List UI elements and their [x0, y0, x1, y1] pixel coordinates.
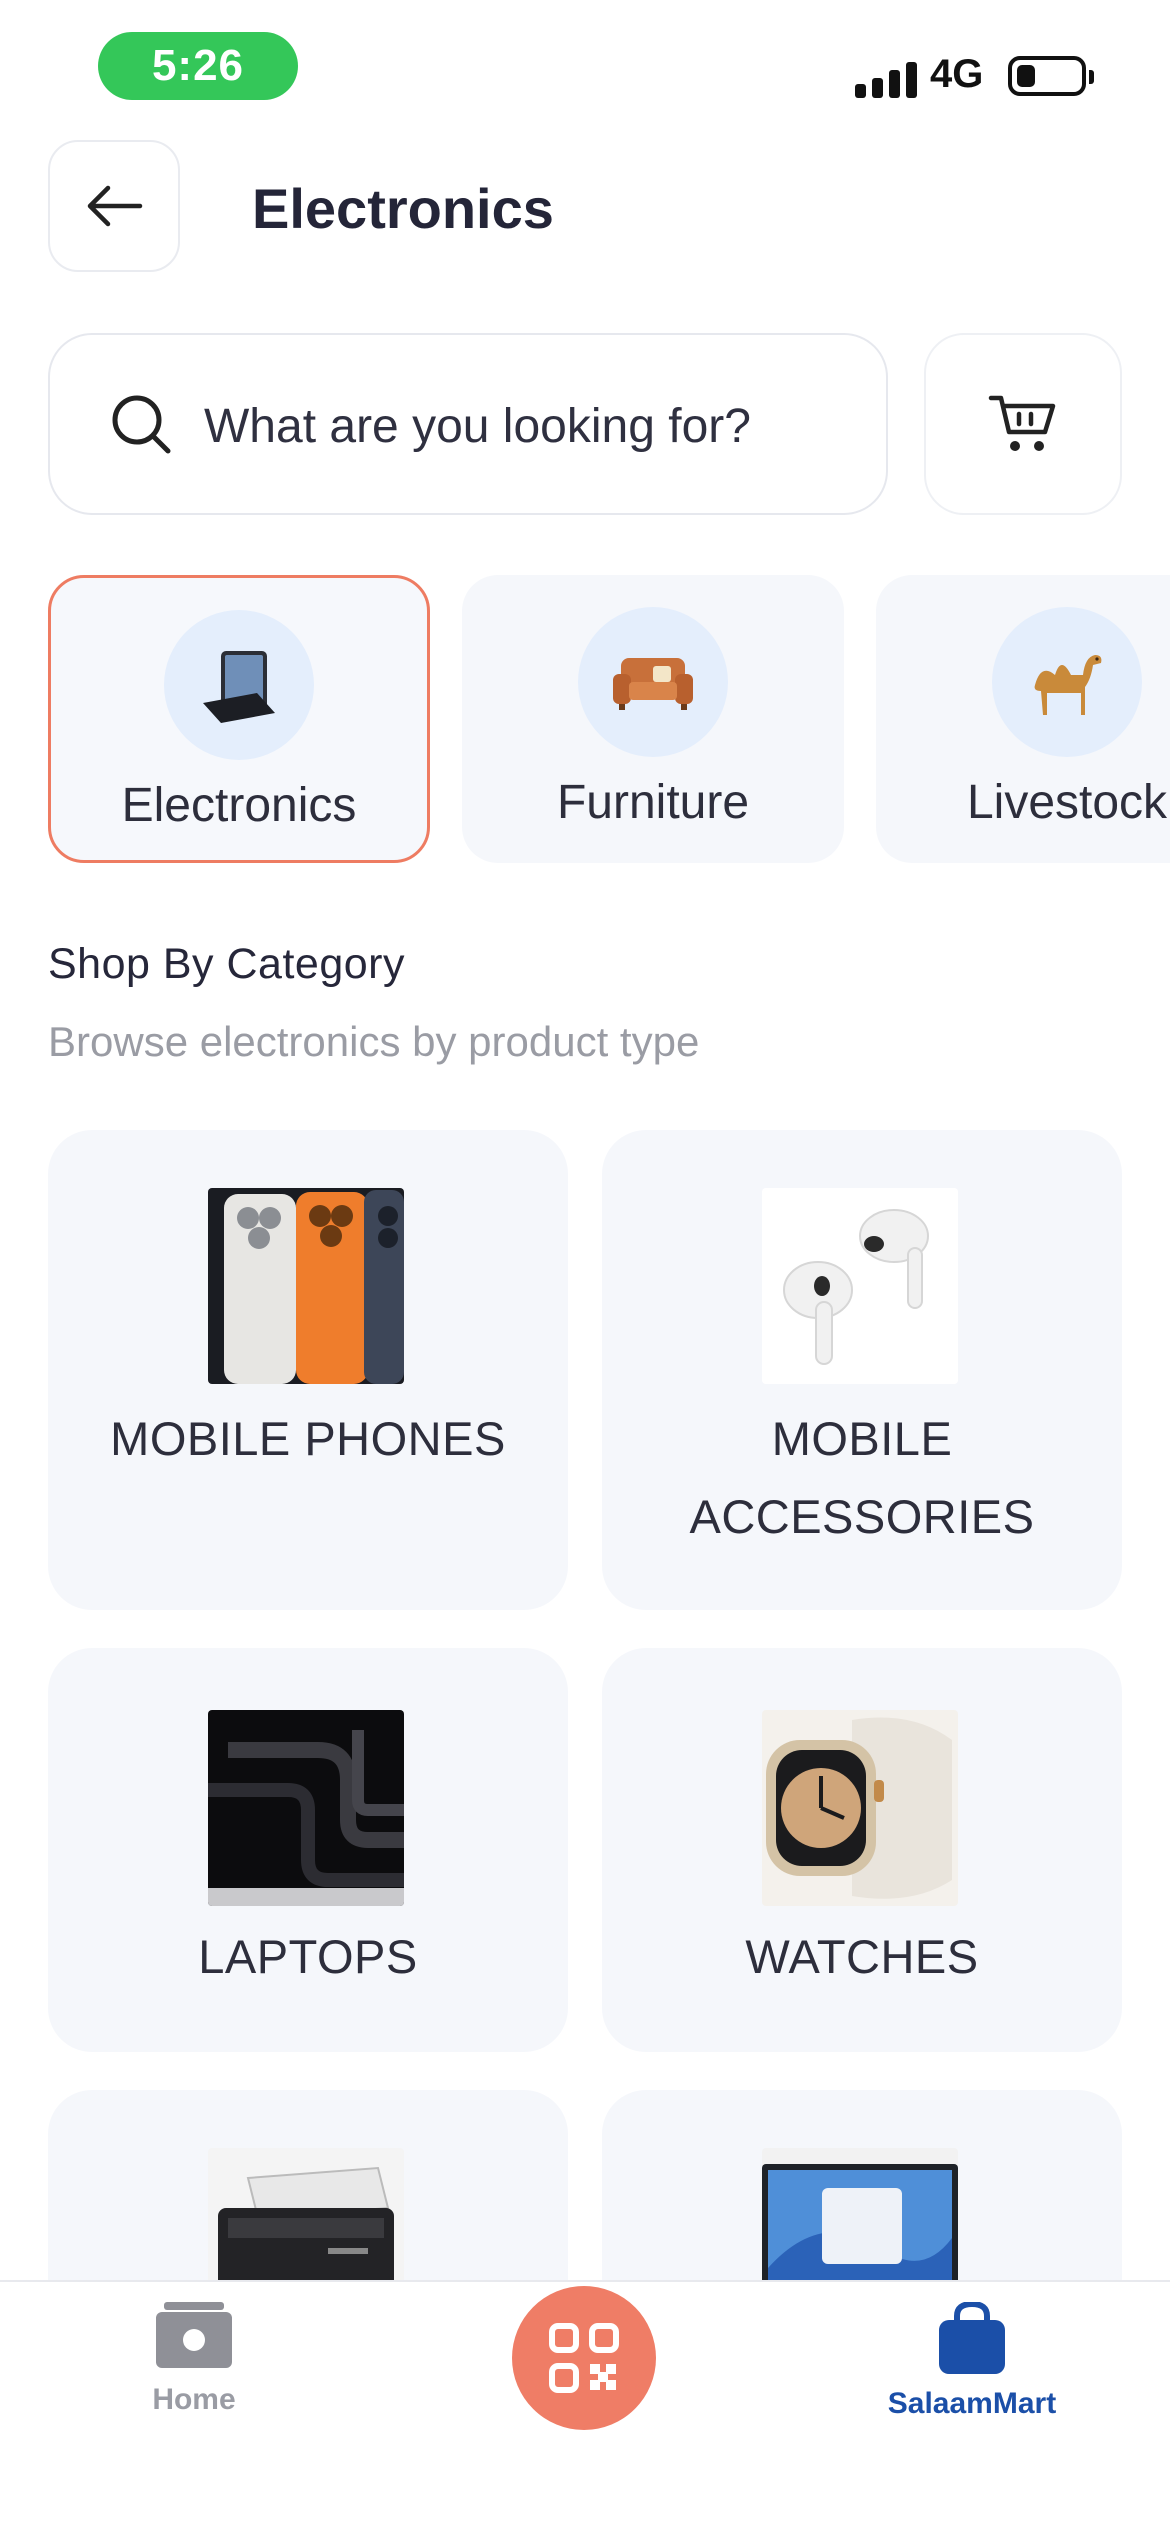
network-type: 4G [930, 52, 984, 96]
section-subtitle: Browse electronics by product type [48, 1018, 700, 1065]
home-icon [156, 2302, 232, 2368]
nav-home-label: Home [152, 2383, 236, 2416]
back-button[interactable] [48, 140, 180, 272]
category-card-mobile-phones[interactable]: MOBILE PHONES [48, 1130, 568, 1610]
top-category-livestock[interactable]: Livestock [876, 575, 1170, 863]
status-time: 5:26 [98, 32, 298, 100]
search-input[interactable]: What are you looking for? [48, 333, 888, 515]
signal-icon [855, 58, 917, 98]
section-title: Shop By Category [48, 940, 405, 988]
top-category-label: Furniture [556, 776, 750, 829]
top-category-label: Electronics [121, 779, 357, 832]
camel-icon [992, 607, 1142, 757]
search-icon [112, 395, 171, 454]
category-label: LAPTOPS [198, 1930, 418, 1983]
nav-home[interactable]: Home [74, 2302, 314, 2417]
nav-salaammart[interactable]: SalaamMart [852, 2300, 1092, 2421]
smartwatch-image [762, 1710, 958, 1906]
battery-icon [1008, 56, 1094, 96]
top-category-label: Livestock [966, 776, 1168, 829]
qr-code-icon [549, 2323, 619, 2393]
nav-salaammart-label: SalaamMart [887, 2387, 1057, 2420]
macbook-image [208, 1710, 404, 1906]
iphone-image [208, 1188, 404, 1384]
top-category-furniture[interactable]: Furniture [462, 575, 844, 863]
arrow-left-icon [87, 185, 143, 227]
search-placeholder: What are you looking for? [204, 400, 751, 453]
category-label: WATCHES [745, 1930, 979, 1983]
status-bar: 5:26 4G [0, 0, 1170, 130]
sofa-icon [578, 607, 728, 757]
qr-scan-button[interactable] [512, 2286, 656, 2430]
top-category-electronics[interactable]: Electronics [48, 575, 430, 863]
shopping-bag-icon [939, 2300, 1005, 2374]
category-card-laptops[interactable]: LAPTOPS [48, 1648, 568, 2052]
top-category-scroller[interactable]: Electronics Furniture Livestock [0, 575, 1170, 865]
category-label: MOBILE ACCESSORIES [689, 1412, 1035, 1543]
category-label: MOBILE PHONES [110, 1412, 506, 1465]
cart-button[interactable] [924, 333, 1122, 515]
cart-icon [988, 395, 1056, 451]
page-title: Electronics [252, 177, 554, 240]
earbuds-image [762, 1188, 958, 1384]
category-card-watches[interactable]: WATCHES [602, 1648, 1122, 2052]
category-card-mobile-accessories[interactable]: MOBILE ACCESSORIES [602, 1130, 1122, 1610]
tablet-keyboard-icon [164, 610, 314, 760]
